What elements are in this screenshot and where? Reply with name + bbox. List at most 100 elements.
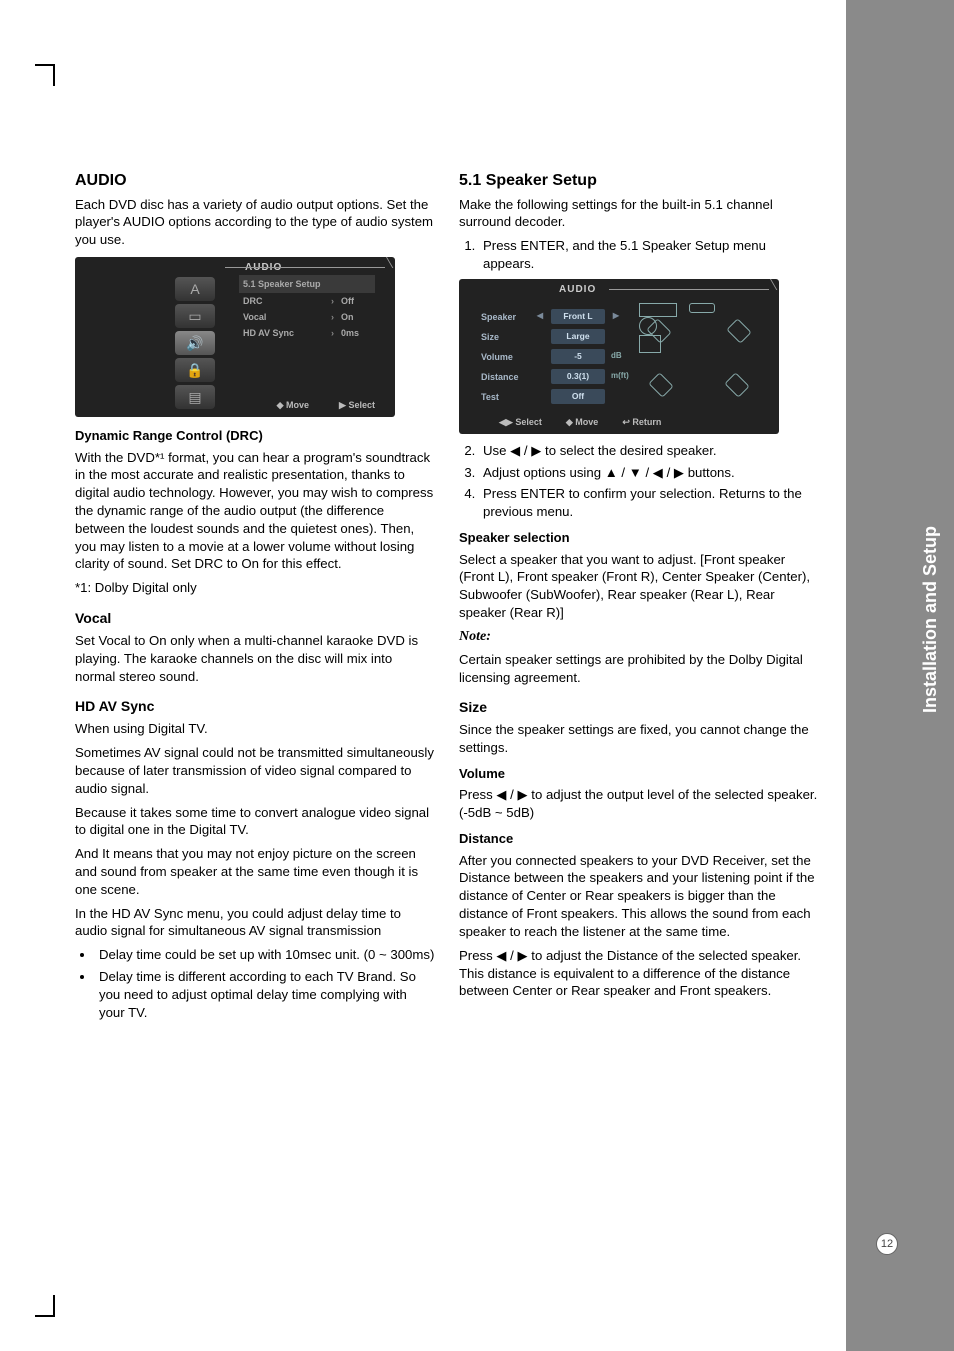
list-item: Use ◀ / ▶ to select the desired speaker. (479, 442, 819, 460)
menu-footer: ◆ Move ▶ Select (277, 399, 375, 411)
menu-row: Vocal › On (243, 309, 371, 325)
page: Installation and Setup 12 AUDIO Each DVD… (0, 0, 954, 1351)
menu-footer: ◀▶ Select ◆ Move ↩ Return (499, 416, 661, 428)
menu-title: AUDIO (559, 283, 596, 297)
field-value: Large (551, 329, 605, 344)
audio-menu-screenshot: AUDIO A ▭ 🔊 🔒 ▤ 5.1 Speaker Setup DRC › (75, 257, 395, 417)
vocal-heading: Vocal (75, 609, 435, 628)
note-text: Certain speaker settings are prohibited … (459, 651, 819, 687)
footer-move: ◆ Move (277, 399, 309, 411)
crop-mark (35, 1315, 55, 1317)
field-row: Speaker ◀ Front L ▶ (481, 307, 633, 327)
field-label: Size (481, 331, 529, 343)
distance-text2: Press ◀ / ▶ to adjust the Distance of th… (459, 947, 819, 1000)
footer-select: ◀▶ Select (499, 416, 542, 428)
field-unit: dB (611, 351, 633, 362)
tv-icon (639, 303, 677, 317)
field-label: Distance (481, 371, 529, 383)
list-item: Delay time is different according to eac… (95, 968, 435, 1021)
sync-text: When using Digital TV. (75, 720, 435, 738)
drc-footnote: *1: Dolby Digital only (75, 579, 435, 597)
caret-icon: › (331, 327, 341, 339)
field-value: 0.3(1) (551, 369, 605, 384)
speaker-layout-diagram (639, 303, 759, 403)
note-heading: Note: (459, 628, 819, 647)
menu-label: Vocal (243, 311, 331, 323)
page-number: 12 (876, 1233, 898, 1255)
crop-mark (53, 64, 55, 86)
list-item: Press ENTER, and the 5.1 Speaker Setup m… (479, 237, 819, 273)
field-value: -5 (551, 349, 605, 364)
language-icon: A (175, 277, 215, 301)
footer-move: ◆ Move (566, 416, 598, 428)
speaker-selection-heading: Speaker selection (459, 529, 819, 547)
rear-left-speaker-icon (648, 372, 673, 397)
front-right-speaker-icon (726, 318, 751, 343)
audio-intro: Each DVD disc has a variety of audio out… (75, 196, 435, 249)
menu-decor-line (609, 289, 769, 290)
menu-value: Off (341, 295, 371, 307)
field-label: Volume (481, 351, 529, 363)
menu-row: HD AV Sync › 0ms (243, 325, 371, 341)
field-value: Off (551, 389, 605, 404)
lock-icon: 🔒 (175, 358, 215, 382)
center-speaker-icon (689, 303, 715, 313)
footer-select: ▶ Select (339, 399, 375, 411)
vocal-text: Set Vocal to On only when a multi-channe… (75, 632, 435, 685)
field-row: Size Large (481, 327, 633, 347)
menu-label: DRC (243, 295, 331, 307)
caret-icon: › (331, 295, 341, 307)
field-row: Volume -5 dB (481, 347, 633, 367)
display-icon: ▭ (175, 304, 215, 328)
menu-icon-column: A ▭ 🔊 🔒 ▤ (175, 277, 225, 412)
sync-text: And It means that you may not enjoy pict… (75, 845, 435, 898)
field-row: Distance 0.3(1) m(ft) (481, 367, 633, 387)
arrow-left-icon: ◀ (535, 311, 545, 322)
size-text: Since the speaker settings are fixed, yo… (459, 721, 819, 757)
sync-text: In the HD AV Sync menu, you could adjust… (75, 905, 435, 941)
menu-row: DRC › Off (243, 293, 371, 309)
audio-icon: 🔊 (175, 331, 215, 355)
field-label: Speaker (481, 311, 529, 323)
field-label: Test (481, 391, 529, 403)
right-column: 5.1 Speaker Setup Make the following set… (459, 170, 819, 1025)
speaker-menu-screenshot: AUDIO Speaker ◀ Front L ▶ Size Large (459, 279, 779, 434)
sync-text: Because it takes some time to convert an… (75, 804, 435, 840)
sync-heading: HD AV Sync (75, 697, 435, 716)
crop-mark (53, 1295, 55, 1317)
side-tab-label: Installation and Setup (920, 526, 941, 713)
menu-label: HD AV Sync (243, 327, 331, 339)
volume-heading: Volume (459, 765, 819, 783)
menu-label: 5.1 Speaker Setup (243, 278, 331, 290)
speaker-selection-text: Select a speaker that you want to adjust… (459, 551, 819, 622)
left-column: AUDIO Each DVD disc has a variety of aud… (75, 170, 435, 1025)
audio-heading: AUDIO (75, 170, 435, 192)
menu-row: 5.1 Speaker Setup (239, 275, 375, 293)
arrow-right-icon: ▶ (611, 311, 621, 322)
sync-text: Sometimes AV signal could not be transmi… (75, 744, 435, 797)
rear-right-speaker-icon (724, 372, 749, 397)
speaker-fields: Speaker ◀ Front L ▶ Size Large Volume -5 (481, 307, 633, 407)
distance-text: After you connected speakers to your DVD… (459, 852, 819, 941)
side-tab: Installation and Setup (846, 0, 954, 1351)
caret-icon: › (331, 311, 341, 323)
list-item: Press ENTER to confirm your selection. R… (479, 485, 819, 521)
sync-bullets: Delay time could be set up with 10msec u… (75, 946, 435, 1021)
others-icon: ▤ (175, 385, 215, 409)
drc-heading: Dynamic Range Control (DRC) (75, 427, 435, 445)
content-columns: AUDIO Each DVD disc has a variety of aud… (75, 170, 914, 1025)
crop-mark (35, 64, 55, 66)
distance-heading: Distance (459, 830, 819, 848)
speaker-setup-intro: Make the following settings for the buil… (459, 196, 819, 232)
field-row: Test Off (481, 387, 633, 407)
size-heading: Size (459, 698, 819, 717)
speaker-setup-heading: 5.1 Speaker Setup (459, 170, 819, 192)
menu-item-list: 5.1 Speaker Setup DRC › Off Vocal › On H… (243, 277, 371, 341)
field-unit: m(ft) (611, 371, 633, 382)
speaker-setup-steps-cont: Use ◀ / ▶ to select the desired speaker.… (459, 442, 819, 521)
speaker-setup-steps: Press ENTER, and the 5.1 Speaker Setup m… (459, 237, 819, 273)
volume-text: Press ◀ / ▶ to adjust the output level o… (459, 786, 819, 822)
menu-value: 0ms (341, 327, 371, 339)
list-item: Delay time could be set up with 10msec u… (95, 946, 435, 964)
drc-text: With the DVD*¹ format, you can hear a pr… (75, 449, 435, 574)
